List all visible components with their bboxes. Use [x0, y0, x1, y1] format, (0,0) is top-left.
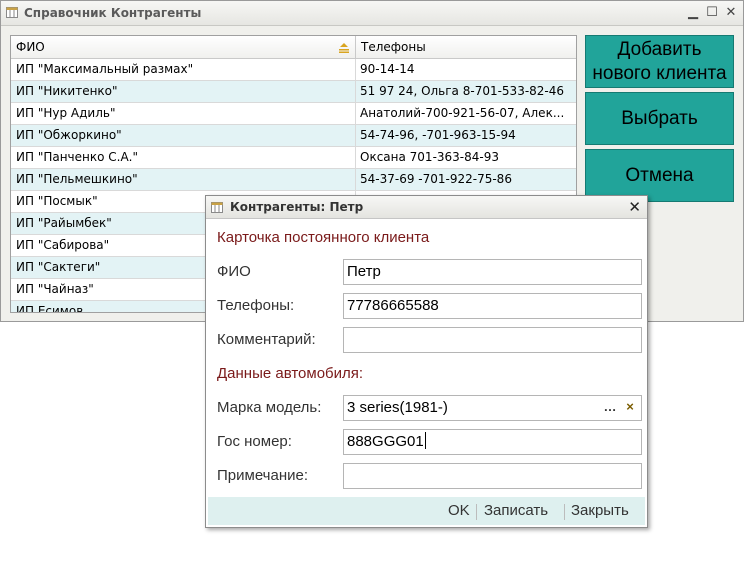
main-window-title: Справочник Контрагенты [24, 6, 202, 20]
cell-phones: Анатолий-700-921-56-07, Алек... [360, 106, 565, 120]
table-row[interactable]: ИП "Нур Адиль" Анатолий-700-921-56-07, Ал… [11, 103, 576, 125]
cell-fio: ИП "Обжоркино" [16, 128, 122, 142]
fio-label: ФИО [217, 263, 251, 280]
ellipsis-icon[interactable]: … [600, 396, 620, 420]
main-titlebar: Справочник Контрагенты ▁ ☐ ✕ [1, 1, 743, 26]
cell-phones: 51 97 24, Ольга 8-701-533-82-46 [360, 84, 565, 98]
table-row[interactable]: ИП "Пельмешкино" 54-37-69 -701-922-75-86 [11, 169, 576, 191]
model-label: Марка модель: [217, 399, 322, 416]
cell-fio: ИП "Максимальный размах" [16, 62, 194, 76]
client-card-dialog: Контрагенты: Петр ✕ Карточка постоянного… [205, 195, 648, 528]
cell-phones: Оксана 701-363-84-93 [360, 150, 499, 164]
plate-field[interactable]: 888GGG01 [343, 429, 642, 455]
plate-value: 888GGG01 [347, 433, 424, 450]
table-row[interactable]: ИП "Максимальный размах" 90-14-14 [11, 59, 576, 81]
column-header-fio[interactable]: ФИО [11, 36, 355, 58]
cell-fio: ИП "Нур Адиль" [16, 106, 116, 120]
clear-icon[interactable]: × [620, 396, 640, 420]
dialog-footer: OK Записать Закрыть [208, 497, 645, 525]
table-row[interactable]: ИП "Обжоркино" 54-74-96, -701-963-15-94 [11, 125, 576, 147]
table-header: ФИО Телефоны [11, 36, 576, 59]
fio-field[interactable]: Петр [343, 259, 642, 285]
add-button-label-line2: нового клиента [592, 62, 727, 84]
add-new-client-button[interactable]: Добавить нового клиента [585, 35, 734, 88]
cell-phones: 90-14-14 [360, 62, 415, 76]
select-button[interactable]: Выбрать [585, 92, 734, 145]
add-button-label-line1: Добавить [617, 38, 702, 60]
save-button[interactable]: Записать [484, 502, 548, 519]
table-icon [211, 202, 223, 213]
cell-phones: 54-37-69 -701-922-75-86 [360, 172, 512, 186]
comment-label: Комментарий: [217, 331, 316, 348]
dialog-close-icon[interactable]: ✕ [628, 198, 641, 216]
comment-field[interactable] [343, 327, 642, 353]
table-row[interactable]: ИП "Панченко С.А." Оксана 701-363-84-93 [11, 147, 576, 169]
note-label: Примечание: [217, 467, 308, 484]
note-field[interactable] [343, 463, 642, 489]
phones-label: Телефоны: [217, 297, 295, 314]
cell-phones: 54-74-96, -701-963-15-94 [360, 128, 516, 142]
car-section-heading: Данные автомобиля: [217, 365, 364, 382]
cell-fio: ИП "Пельмешкино" [16, 172, 138, 186]
minimize-icon[interactable]: ▁ [685, 5, 701, 21]
model-value: 3 series(1981-) [347, 399, 448, 416]
dialog-titlebar: Контрагенты: Петр ✕ [206, 196, 647, 219]
table-row[interactable]: ИП "Никитенко" 51 97 24, Ольга 8-701-533-… [11, 81, 576, 103]
cell-fio: ИП "Никитенко" [16, 84, 118, 98]
dialog-title: Контрагенты: Петр [230, 200, 364, 214]
model-field[interactable]: 3 series(1981-) … × [343, 395, 642, 421]
client-section-heading: Карточка постоянного клиента [217, 229, 430, 246]
column-header-phones[interactable]: Телефоны [356, 36, 576, 58]
maximize-icon[interactable]: ☐ [704, 5, 720, 21]
text-caret [424, 432, 426, 449]
close-button[interactable]: Закрыть [571, 502, 629, 519]
ok-button[interactable]: OK [448, 502, 470, 519]
sort-ascending-icon[interactable] [338, 41, 350, 53]
close-icon[interactable]: ✕ [723, 5, 739, 21]
table-icon [6, 7, 18, 18]
cell-fio: ИП "Панченко С.А." [16, 150, 139, 164]
plate-label: Гос номер: [217, 433, 292, 450]
phones-field[interactable]: 77786665588 [343, 293, 642, 319]
